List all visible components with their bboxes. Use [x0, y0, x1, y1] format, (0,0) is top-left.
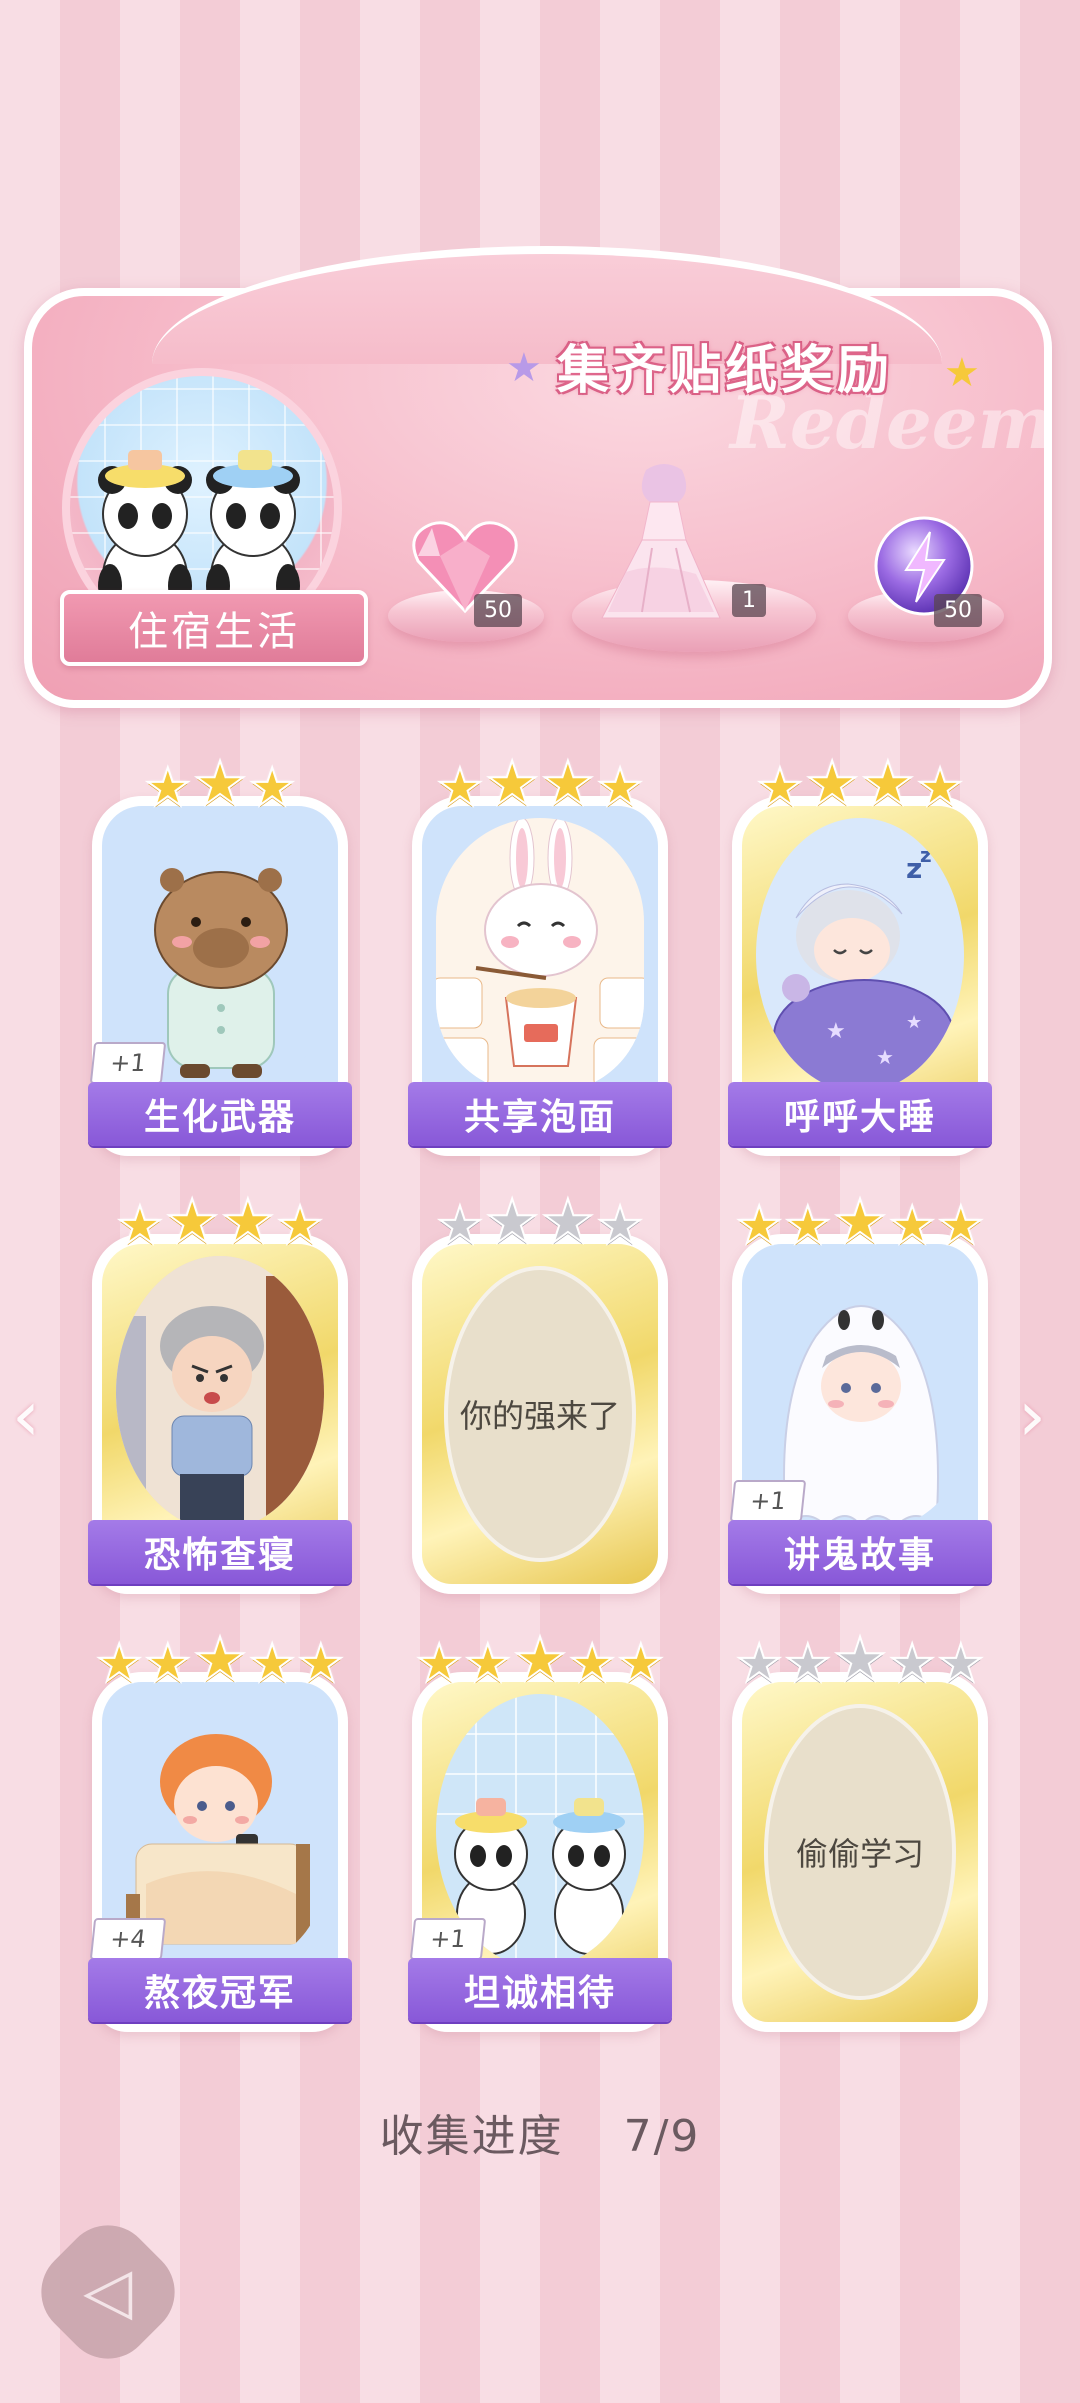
star-icon: ★ [860, 749, 916, 819]
svg-text:z: z [920, 843, 932, 867]
star-icon: ★ [484, 749, 540, 819]
star-icon: ★ [756, 758, 805, 818]
star-icon: ★ [888, 1634, 937, 1694]
star-icon: ★ [888, 1196, 937, 1256]
sticker-card[interactable]: ★ ★ ★ ★ z z ★ ★ ★ 呼呼大睡 [728, 753, 992, 1156]
star-icon: ★ [937, 1634, 986, 1694]
star-icon: ★ [540, 1187, 596, 1257]
star-rating: ★ ★ ★ ★ ★ [415, 1625, 665, 1695]
back-button[interactable]: ◁ [23, 2207, 193, 2377]
sticker-card[interactable]: ★ ★ ★ ★ 共享泡面 [408, 753, 672, 1156]
star-icon: ★ [832, 1625, 888, 1695]
sticker-name: 讲鬼故事 [728, 1520, 992, 1584]
svg-text:★: ★ [906, 1012, 922, 1033]
duplicate-count-badge: +4 [89, 1918, 167, 1960]
star-icon: ★ [143, 1634, 192, 1694]
princess-dress-icon[interactable] [596, 462, 726, 622]
star-rating: ★ ★ ★ ★ ★ [735, 1625, 985, 1695]
banner-title: 集齐贴纸奖励 [556, 339, 893, 401]
svg-text:★: ★ [826, 1019, 846, 1044]
star-icon: ★ [192, 749, 248, 819]
sticker-card-locked[interactable]: ★ ★ ★ ★ ★ 偷偷学习 [732, 1629, 988, 2032]
star-icon: ★ [916, 758, 965, 818]
star-icon: ★ [116, 1196, 165, 1256]
sticker-name: 呼呼大睡 [728, 1082, 992, 1146]
star-icon: ★ [415, 1634, 464, 1694]
album-name-ribbon: 住宿生活 [60, 590, 368, 666]
sticker-art [436, 818, 644, 1092]
star-rating: ★ ★ ★ ★ ★ [95, 1625, 345, 1695]
progress-label: 收集进度 [379, 2111, 564, 2162]
star-rating: ★ ★ ★ [102, 749, 338, 819]
back-arrow-icon: ◁ [83, 2255, 133, 2329]
star-icon: ★ [297, 1634, 346, 1694]
duplicate-count-badge: +1 [409, 1918, 487, 1960]
sticker-name: 生化武器 [88, 1082, 352, 1146]
star-icon: ★ [463, 1634, 512, 1694]
bunny-noodles-illustration [436, 818, 644, 1089]
svg-text:★: ★ [876, 1045, 894, 1069]
sleeping-boy-illustration: z z ★★★ [773, 843, 955, 1092]
reward-count: 50 [474, 594, 522, 627]
sticker-card-locked[interactable]: ★ ★ ★ ★ 你的强来了 [412, 1191, 668, 1594]
star-rating: ★ ★ ★ ★ ★ [735, 1187, 985, 1257]
star-icon: ★ [95, 1634, 144, 1694]
chevron-left-icon[interactable]: ‹ [12, 1375, 40, 1457]
star-icon: ★ [220, 1187, 276, 1257]
sticker-card[interactable]: ★ ★ ★ ★ ★ +1 讲鬼故事 [728, 1191, 992, 1594]
sticker-art: z z ★ ★ ★ [756, 818, 964, 1092]
sticker-art [116, 1256, 324, 1530]
star-icon: ★ [832, 1187, 888, 1257]
star-icon: ★ [783, 1196, 832, 1256]
collection-progress: 收集进度 7/9 [0, 2100, 1080, 2164]
sticker-card[interactable]: ★ ★ ★ ★ ★ +1 坦诚相待 [408, 1629, 672, 2032]
sticker-name: 坦诚相待 [408, 1958, 672, 2022]
sticker-name: 恐怖查寝 [88, 1520, 352, 1584]
chevron-right-icon[interactable]: › [1018, 1375, 1046, 1457]
star-icon: ★ [143, 758, 192, 818]
star-icon: ★ [512, 1625, 568, 1695]
star-icon: ★ [248, 1634, 297, 1694]
star-icon: ★ [596, 758, 645, 818]
sticker-card[interactable]: ★ ★ ★ ★ 恐怖查寝 [88, 1191, 352, 1594]
star-icon: ★ [484, 1187, 540, 1257]
sticker-name: 熬夜冠军 [88, 1958, 352, 2022]
star-icon: ★ [436, 1196, 485, 1256]
star-icon: ★ [540, 749, 596, 819]
star-icon: ★ [937, 1196, 986, 1256]
star-icon: ★ [192, 1625, 248, 1695]
reward-count: 50 [934, 594, 982, 627]
star-rating: ★ ★ ★ ★ [422, 1187, 658, 1257]
sticker-card[interactable]: ★ ★ ★ +1 生化武器 [88, 753, 352, 1156]
star-icon: ★ [783, 1634, 832, 1694]
locked-sticker-name: 偷偷学习 [764, 1704, 956, 2000]
star-icon: ★ [804, 749, 860, 819]
star-icon: ★ [944, 350, 980, 396]
locked-sticker-name: 你的强来了 [444, 1266, 636, 1562]
star-icon: ★ [164, 1187, 220, 1257]
duplicate-count-badge: +1 [729, 1480, 807, 1522]
star-rating: ★ ★ ★ ★ [742, 749, 978, 819]
dorm-auntie-illustration [116, 1256, 324, 1530]
duplicate-count-badge: +1 [89, 1042, 167, 1084]
progress-value: 7/9 [623, 2111, 701, 2162]
sticker-name: 共享泡面 [408, 1082, 672, 1146]
star-icon: ★ [276, 1196, 325, 1256]
star-icon: ★ [436, 758, 485, 818]
reward-count: 1 [732, 584, 766, 617]
star-icon: ★ [596, 1196, 645, 1256]
star-icon: ★ [735, 1634, 784, 1694]
star-icon: ★ [735, 1196, 784, 1256]
star-rating: ★ ★ ★ ★ [102, 1187, 338, 1257]
star-icon: ★ [568, 1634, 617, 1694]
sticker-card[interactable]: ★ ★ ★ ★ ★ +4 熬夜冠军 [88, 1629, 352, 2032]
star-icon: ★ [617, 1634, 666, 1694]
star-rating: ★ ★ ★ ★ [422, 749, 658, 819]
star-icon: ★ [248, 758, 297, 818]
